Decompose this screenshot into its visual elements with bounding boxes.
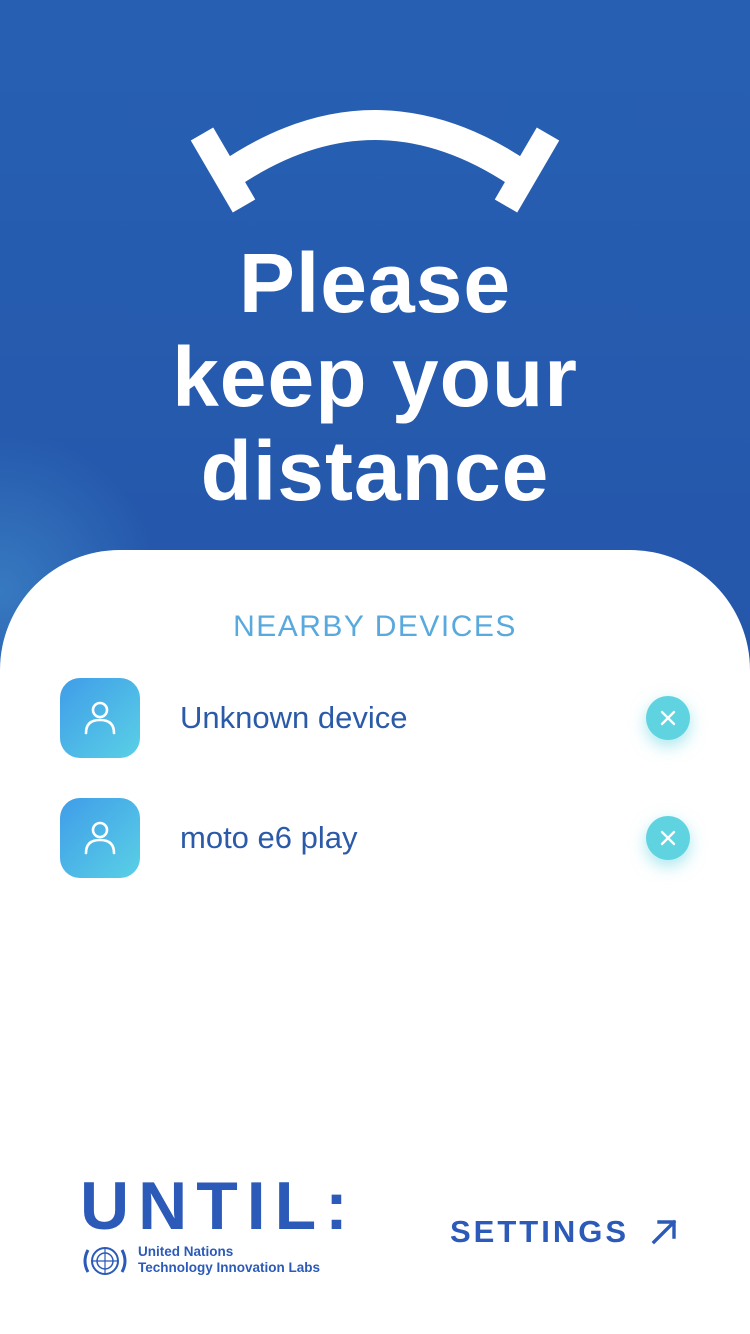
device-name: Unknown device <box>180 700 408 735</box>
settings-link[interactable]: SETTINGS <box>450 1212 679 1252</box>
brand-wordmark: UNTIL: <box>80 1168 357 1244</box>
headline-line: keep your <box>172 330 578 424</box>
person-icon <box>84 821 116 855</box>
device-row: Unknown device <box>60 678 700 758</box>
org-name-line: Technology Innovation Labs <box>138 1260 321 1275</box>
nearby-devices-panel: NEARBY DEVICES Unknown device moto e6 pl… <box>0 550 750 1334</box>
distance-arc-icon <box>190 110 560 213</box>
settings-label: SETTINGS <box>450 1214 630 1249</box>
until-logo: UNTIL: United Nations Technology Innovat… <box>80 1172 360 1282</box>
remove-device-button[interactable] <box>646 816 690 860</box>
un-emblem-icon <box>83 1247 127 1275</box>
headline: Please keep your distance <box>0 236 750 518</box>
app-screen: Please keep your distance NEARBY DEVICES… <box>0 0 750 1334</box>
close-icon <box>660 830 676 846</box>
remove-device-button[interactable] <box>646 696 690 740</box>
device-name: moto e6 play <box>180 820 358 855</box>
arrow-up-right-icon <box>651 1219 677 1245</box>
person-icon <box>84 701 116 735</box>
device-row: moto e6 play <box>60 798 700 878</box>
device-avatar <box>60 678 140 758</box>
section-title: NEARBY DEVICES <box>233 610 517 643</box>
headline-line: Please <box>238 236 512 330</box>
org-name-line: United Nations <box>138 1244 234 1259</box>
headline-line: distance <box>200 424 550 518</box>
close-icon <box>660 710 676 726</box>
device-avatar <box>60 798 140 878</box>
